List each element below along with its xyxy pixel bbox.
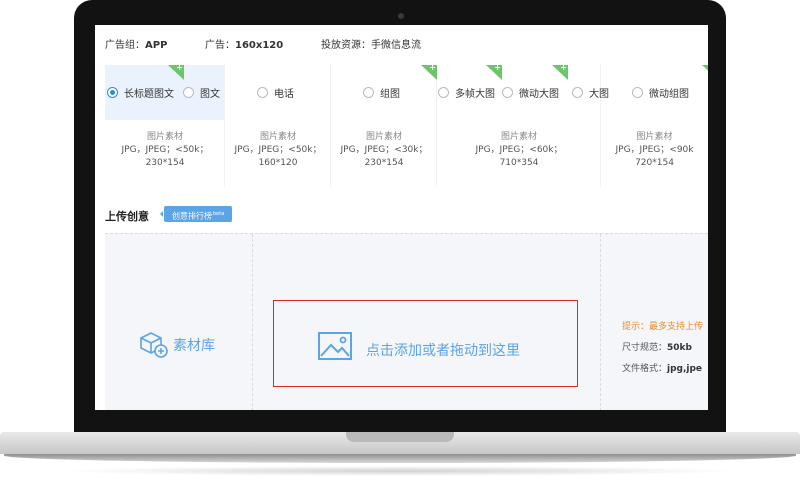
upload-area: 素材库 点击添加或者拖动到这里 提示：最多支持上传 尺寸规范：50kb 文件格式… (105, 233, 708, 410)
spec-title: 图片素材 (500, 132, 537, 142)
spec-title: 图片素材 (636, 132, 673, 142)
spec-size: 230*154 (145, 158, 185, 168)
spec-micro-group: 图片素材 JPG，JPEG；<90k 720*154 (601, 131, 708, 170)
image-icon (318, 332, 352, 360)
type-option-label: 长标题图文 (124, 88, 174, 100)
ad-info: 广告：160x120 (205, 36, 283, 51)
ranking-button-label: 创意排行榜 (172, 211, 212, 221)
format-rule-value: jpg,jpe (667, 364, 703, 374)
type-option-label: 图文 (200, 88, 220, 100)
type-option-image-text[interactable]: 图文 (183, 84, 220, 100)
type-option-label: 微动组图 (649, 88, 689, 100)
spec-format: JPG，JPEG；<50k； (121, 145, 209, 155)
type-option-micro-large[interactable]: 微动大图 (502, 84, 559, 100)
type-option-micro-group[interactable]: 微动组图 (632, 84, 689, 100)
type-option-label: 大图 (589, 88, 609, 100)
size-rule-value: 50kb (667, 343, 692, 353)
size-rule-label: 尺寸规范： (622, 343, 668, 353)
upload-hint: 提示：最多支持上传 (622, 322, 704, 332)
spec-title: 图片素材 (146, 132, 183, 142)
radio-icon (257, 86, 268, 98)
spec-size: 230*154 (364, 158, 404, 168)
type-option-label: 微动大图 (519, 88, 559, 100)
radio-icon (632, 86, 643, 98)
ad-info-bar: 广告组：APP 广告：160x120 投放资源：手微信息流 (95, 25, 708, 61)
ad-group-info: 广告组：APP (105, 36, 167, 51)
cube-add-icon (140, 332, 168, 358)
type-option-group-image[interactable]: 组图 (363, 84, 400, 100)
format-rule: 文件格式：jpg,jpe (622, 359, 703, 380)
ad-group-label: 广告组： (105, 40, 145, 51)
beta-badge: beta (213, 211, 225, 217)
type-option-long-title[interactable]: 长标题图文 (107, 84, 174, 100)
camera-icon (398, 13, 404, 19)
radio-icon (572, 86, 583, 98)
laptop-shadow (60, 466, 740, 476)
resource-value: 手微信息流 (371, 40, 421, 51)
spec-title: 图片素材 (365, 132, 402, 142)
type-option-label: 多帧大图 (455, 88, 495, 100)
spec-title: 图片素材 (259, 132, 296, 142)
type-option-label: 电话 (274, 88, 294, 100)
size-rule: 尺寸规范：50kb (622, 338, 703, 359)
spec-size: 710*354 (499, 158, 539, 168)
spec-group-image: 图片素材 JPG，JPEG；<30k； 230*154 (331, 131, 437, 170)
creative-ranking-button[interactable]: 创意排行榜beta (159, 206, 233, 222)
resource-info: 投放资源：手微信息流 (321, 36, 421, 51)
type-option-multi-frame[interactable]: 多帧大图 (438, 84, 495, 100)
upload-divider (600, 234, 601, 410)
radio-icon (438, 86, 449, 98)
material-library-label: 素材库 (173, 338, 215, 354)
spec-long-title: 图片素材 JPG，JPEG；<50k； 230*154 (105, 131, 225, 170)
spec-format: JPG，JPEG；<30k； (340, 145, 428, 155)
radio-icon (363, 86, 374, 98)
format-rule-label: 文件格式： (622, 364, 668, 374)
screen: 广告组：APP 广告：160x120 投放资源：手微信息流 长标题图文 图文 电… (95, 25, 708, 410)
upload-section-title: 上传创意 (105, 210, 149, 223)
type-option-large[interactable]: 大图 (572, 84, 609, 100)
upload-tips: 提示：最多支持上传 尺寸规范：50kb 文件格式：jpg,jpe (622, 317, 703, 380)
laptop-base-bottom (4, 454, 796, 463)
radio-selected-icon (107, 86, 118, 98)
creative-type-selector: 长标题图文 图文 电话 组图 多帧大图 微动大图 大图 (105, 65, 708, 187)
material-library-button[interactable]: 素材库 (105, 234, 253, 410)
spec-format: JPG，JPEG；<60k； (475, 145, 563, 155)
spec-format: JPG，JPEG；<90k (615, 145, 694, 155)
spec-micro-large: 图片素材 JPG，JPEG；<60k； 710*354 (437, 131, 601, 170)
type-option-phone[interactable]: 电话 (257, 84, 294, 100)
ad-value: 160x120 (235, 40, 284, 51)
ad-group-value: APP (145, 40, 168, 51)
radio-icon (183, 86, 194, 98)
resource-label: 投放资源： (321, 40, 371, 51)
drop-zone-label: 点击添加或者拖动到这里 (366, 343, 520, 359)
spec-format: JPG，JPEG；<50k； (234, 145, 322, 155)
upload-drop-zone[interactable]: 点击添加或者拖动到这里 (273, 300, 578, 387)
spec-image-text: 图片素材 JPG，JPEG；<50k； 160*120 (225, 131, 331, 170)
radio-icon (502, 86, 513, 98)
spec-size: 720*154 (635, 158, 674, 168)
ad-label: 广告： (205, 40, 235, 51)
spec-size: 160*120 (258, 158, 298, 168)
type-option-label: 组图 (380, 88, 400, 100)
laptop-notch (346, 432, 454, 442)
